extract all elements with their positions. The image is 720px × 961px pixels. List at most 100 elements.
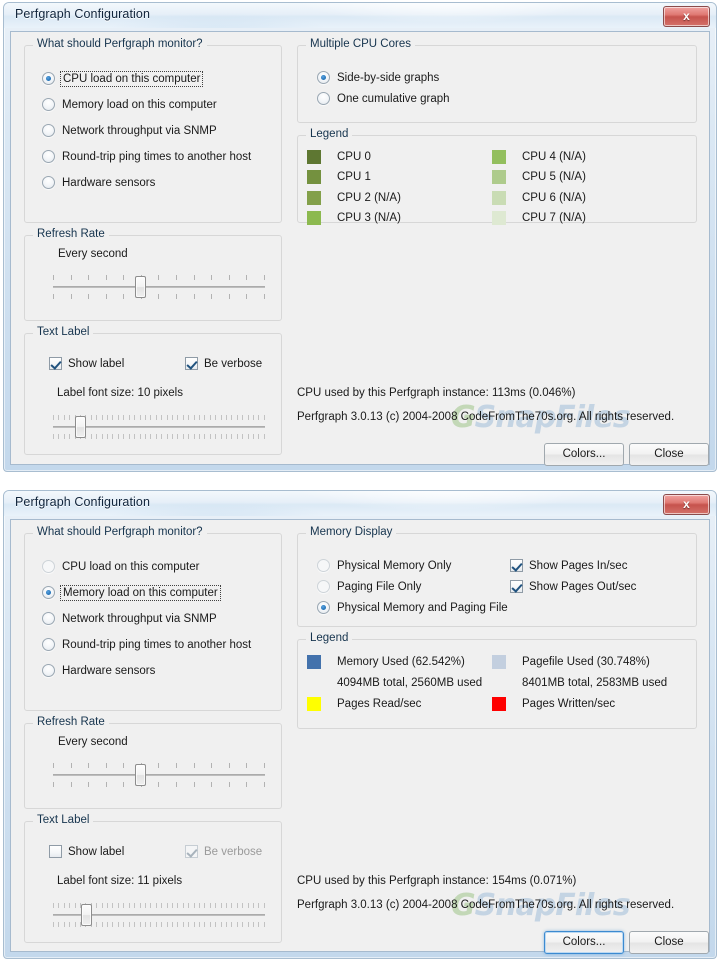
window-title: Perfgraph Configuration <box>15 495 151 509</box>
legend-swatch <box>307 211 321 225</box>
refresh-rate-value-label: Every second <box>58 736 128 748</box>
checkbox-indicator-icon <box>185 845 198 858</box>
perfgraph-configuration-window-cpu: Perfgraph Configuration x What should Pe… <box>3 2 717 472</box>
radio-indicator-icon[interactable] <box>42 72 55 85</box>
checkbox-indicator-icon[interactable] <box>185 357 198 370</box>
checkbox-indicator-icon[interactable] <box>49 845 62 858</box>
checkbox-show-pages-out-sec[interactable]: Show Pages Out/sec <box>510 580 636 593</box>
radio-label: Hardware sensors <box>62 664 156 677</box>
legend-label: Pages Written/sec <box>522 698 616 710</box>
font-size-slider[interactable] <box>53 415 265 439</box>
legend-swatch <box>492 170 506 184</box>
slider-track <box>53 286 265 288</box>
radio-side-by-side-graphs[interactable]: Side-by-side graphs <box>317 71 439 84</box>
multiple-cpu-cores-groupbox: Multiple CPU Cores Side-by-side graphs O… <box>297 38 697 123</box>
text-label-groupbox: Text Label Show label Be verbose Label f… <box>24 326 282 455</box>
radio-label: One cumulative graph <box>337 92 450 105</box>
font-size-slider[interactable] <box>53 903 265 927</box>
legend-swatch <box>492 697 506 711</box>
radio-indicator-icon[interactable] <box>317 601 330 614</box>
radio-label: Network throughput via SNMP <box>62 612 217 625</box>
checkbox-show-label[interactable]: Show label <box>49 845 124 858</box>
colors-button[interactable]: Colors... <box>544 443 624 466</box>
copyright-status: Perfgraph 3.0.13 (c) 2004-2008 CodeFromT… <box>297 899 675 911</box>
legend-label: CPU 4 (N/A) <box>522 151 586 163</box>
radio-physical-memory-only[interactable]: Physical Memory Only <box>317 559 451 572</box>
close-button[interactable]: Close <box>629 931 709 954</box>
radio-memory-load[interactable]: Memory load on this computer <box>42 584 221 601</box>
checkbox-indicator-icon[interactable] <box>49 357 62 370</box>
radio-indicator-icon[interactable] <box>42 612 55 625</box>
slider-thumb[interactable] <box>135 764 146 786</box>
checkbox-label: Show label <box>68 845 125 858</box>
legend-label: Pages Read/sec <box>337 698 422 710</box>
legend-label: Memory Used (62.542%) <box>337 656 465 668</box>
radio-indicator-icon[interactable] <box>42 560 55 573</box>
radio-indicator-icon[interactable] <box>42 124 55 137</box>
radio-indicator-icon[interactable] <box>317 580 330 593</box>
checkbox-label: Show Pages In/sec <box>529 559 628 572</box>
perfgraph-configuration-window-memory: Perfgraph Configuration x What should Pe… <box>3 490 717 959</box>
radio-indicator-icon[interactable] <box>42 664 55 677</box>
slider-thumb[interactable] <box>81 904 92 926</box>
radio-paging-file-only[interactable]: Paging File Only <box>317 580 421 593</box>
window-client-area: What should Perfgraph monitor? CPU load … <box>10 519 710 954</box>
radio-hardware-sensors[interactable]: Hardware sensors <box>42 664 155 677</box>
radio-indicator-icon[interactable] <box>42 98 55 111</box>
radio-one-cumulative-graph[interactable]: One cumulative graph <box>317 92 450 105</box>
legend-label: CPU 0 <box>337 151 371 163</box>
radio-indicator-icon[interactable] <box>317 559 330 572</box>
radio-memory-load[interactable]: Memory load on this computer <box>42 98 217 111</box>
refresh-rate-groupbox-title: Refresh Rate <box>33 228 109 240</box>
refresh-rate-value-label: Every second <box>58 248 128 260</box>
radio-ping-times[interactable]: Round-trip ping times to another host <box>42 638 251 651</box>
radio-indicator-icon[interactable] <box>317 71 330 84</box>
close-window-button[interactable]: x <box>663 6 710 27</box>
radio-indicator-icon[interactable] <box>42 176 55 189</box>
checkbox-indicator-icon[interactable] <box>510 580 523 593</box>
checkbox-show-pages-in-sec[interactable]: Show Pages In/sec <box>510 559 627 572</box>
slider-ticks-top <box>53 275 265 280</box>
colors-button[interactable]: Colors... <box>544 931 624 954</box>
radio-indicator-icon[interactable] <box>42 150 55 163</box>
cpu-usage-status: CPU used by this Perfgraph instance: 154… <box>297 875 577 887</box>
memory-legend-groupbox: Legend Memory Used (62.542%) 4094MB tota… <box>297 632 697 729</box>
monitor-groupbox: What should Perfgraph monitor? CPU load … <box>24 38 282 223</box>
slider-ticks-bottom <box>53 294 265 299</box>
slider-thumb[interactable] <box>75 416 86 438</box>
refresh-rate-groupbox: Refresh Rate Every second <box>24 228 282 321</box>
text-label-groupbox-title: Text Label <box>33 814 94 826</box>
memory-legend-groupbox-title: Legend <box>306 632 353 644</box>
radio-cpu-load[interactable]: CPU load on this computer <box>42 560 199 573</box>
radio-label: Physical Memory Only <box>337 559 452 572</box>
slider-thumb[interactable] <box>135 276 146 298</box>
close-button[interactable]: Close <box>629 443 709 466</box>
checkbox-show-label[interactable]: Show label <box>49 357 124 370</box>
checkbox-be-verbose[interactable]: Be verbose <box>185 357 262 370</box>
checkbox-label: Be verbose <box>204 845 263 858</box>
copyright-status: Perfgraph 3.0.13 (c) 2004-2008 CodeFromT… <box>297 411 675 423</box>
radio-indicator-icon[interactable] <box>317 92 330 105</box>
radio-label: CPU load on this computer <box>62 560 200 573</box>
radio-physical-memory-and-paging-file[interactable]: Physical Memory and Paging File <box>317 601 508 614</box>
cpu-legend-groupbox: Legend CPU 0 CPU 1 CPU 2 (N/A) CPU 3 (N/… <box>297 128 697 225</box>
refresh-rate-slider[interactable] <box>53 275 265 299</box>
checkbox-label: Be verbose <box>204 357 263 370</box>
radio-indicator-icon[interactable] <box>42 638 55 651</box>
title-bar: Perfgraph Configuration x <box>4 491 716 516</box>
radio-ping-times[interactable]: Round-trip ping times to another host <box>42 150 251 163</box>
cpu-legend-groupbox-title: Legend <box>306 128 353 140</box>
close-window-button[interactable]: x <box>663 494 710 515</box>
refresh-rate-slider[interactable] <box>53 763 265 787</box>
radio-network-throughput[interactable]: Network throughput via SNMP <box>42 612 217 625</box>
legend-swatch <box>307 655 321 669</box>
radio-indicator-icon[interactable] <box>42 586 55 599</box>
radio-cpu-load[interactable]: CPU load on this computer <box>42 70 204 87</box>
radio-label: CPU load on this computer <box>59 70 204 87</box>
monitor-groupbox-title: What should Perfgraph monitor? <box>33 38 207 50</box>
checkbox-indicator-icon[interactable] <box>510 559 523 572</box>
cpu-usage-status: CPU used by this Perfgraph instance: 113… <box>297 387 576 399</box>
radio-hardware-sensors[interactable]: Hardware sensors <box>42 176 155 189</box>
radio-network-throughput[interactable]: Network throughput via SNMP <box>42 124 217 137</box>
monitor-groupbox: What should Perfgraph monitor? CPU load … <box>24 526 282 711</box>
